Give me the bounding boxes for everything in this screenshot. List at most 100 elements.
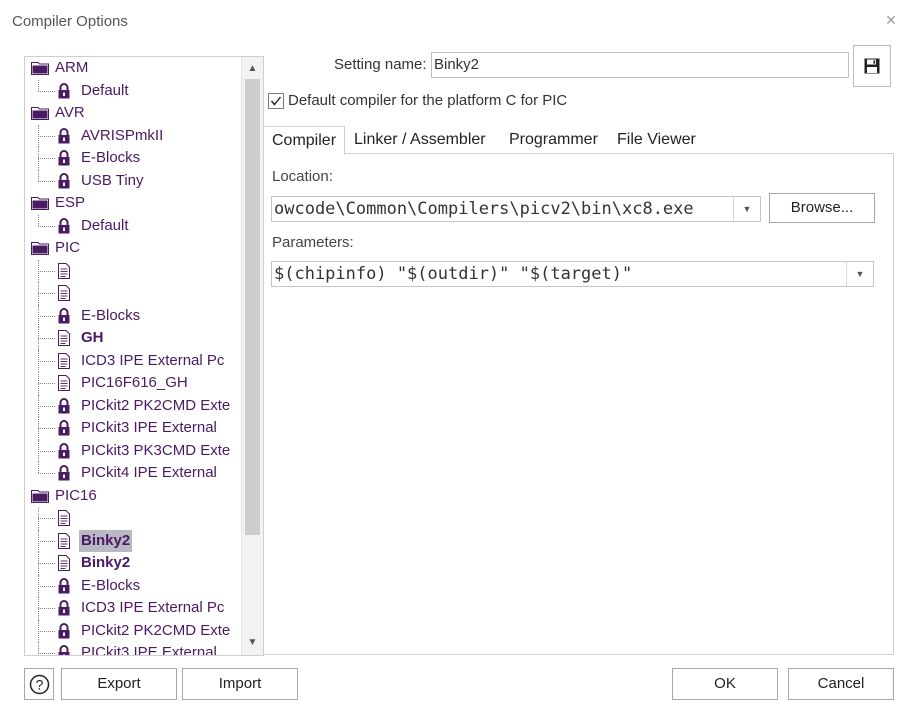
tree-item[interactable]: E-Blocks xyxy=(25,147,241,170)
lock-icon xyxy=(58,600,70,616)
tree-item[interactable]: PICkit3 IPE External xyxy=(25,642,241,655)
tree-item[interactable]: PICkit3 IPE External xyxy=(25,417,241,440)
tree-scrollbar[interactable]: ▲ ▼ xyxy=(241,57,263,655)
lock-icon xyxy=(58,82,70,98)
tree-item[interactable] xyxy=(25,507,241,530)
tab-file-viewer[interactable]: File Viewer xyxy=(609,126,704,153)
tree-item[interactable]: USB Tiny xyxy=(25,169,241,193)
document-icon xyxy=(58,555,70,571)
import-button[interactable]: Import xyxy=(182,668,298,700)
tree-connector xyxy=(38,642,39,653)
parameters-combo[interactable]: $(chipinfo) "$(outdir)" "$(target)" ▼ xyxy=(271,261,874,287)
lock-icon xyxy=(58,127,70,143)
lock-icon xyxy=(58,442,70,458)
ok-button[interactable]: OK xyxy=(672,668,778,700)
tree-connector xyxy=(38,473,55,474)
scroll-up-icon[interactable]: ▲ xyxy=(242,59,263,79)
tree-item-label: ESP xyxy=(55,194,86,211)
tree-item[interactable]: PICkit2 PK2CMD Exte xyxy=(25,619,241,642)
tree-item-label: PICkit2 PK2CMD Exte xyxy=(81,621,231,639)
tree-item-label: PIC16 xyxy=(55,486,97,504)
tree-item[interactable]: AVRISPmkII xyxy=(25,124,241,147)
tree-item[interactable]: Default xyxy=(25,214,241,238)
lock-icon xyxy=(58,622,70,638)
tab-linker-assembler[interactable]: Linker / Assembler xyxy=(346,126,494,153)
dialog-title: Compiler Options xyxy=(12,13,128,30)
help-button[interactable]: ? xyxy=(24,668,54,700)
tree-item[interactable]: Default xyxy=(25,79,241,103)
tree-item[interactable]: Binky2 xyxy=(25,552,241,575)
scroll-down-icon[interactable]: ▼ xyxy=(242,633,263,653)
document-icon xyxy=(58,330,70,346)
tree-item-label: GH xyxy=(81,329,104,346)
close-icon[interactable]: × xyxy=(881,10,901,30)
folder-icon xyxy=(31,197,49,210)
tree-item-label: ICD3 IPE External Pc xyxy=(81,351,225,369)
tree-item-label: Binky2 xyxy=(79,529,133,552)
tree-connector xyxy=(38,462,39,473)
tree-connector xyxy=(38,585,55,587)
export-button[interactable]: Export xyxy=(61,668,177,700)
lock-icon xyxy=(58,420,70,436)
lock-icon xyxy=(58,577,70,593)
save-button[interactable] xyxy=(853,45,891,87)
tree-group[interactable]: PIC xyxy=(25,237,241,260)
tree-item[interactable]: PIC16F616_GH xyxy=(25,372,241,395)
scroll-thumb[interactable] xyxy=(245,79,260,535)
location-value[interactable]: owcode\Common\Compilers\picv2\bin\xc8.ex… xyxy=(274,197,732,221)
tree-item-label: PICkit3 PK3CMD Exte xyxy=(81,441,231,459)
tree-item-label: Default xyxy=(81,81,129,99)
tree-item-label: E-Blocks xyxy=(81,576,141,594)
lock-icon xyxy=(58,307,70,323)
tree-connector xyxy=(38,338,55,339)
tree-item[interactable]: E-Blocks xyxy=(25,304,241,327)
tree-connector xyxy=(38,135,55,137)
tab-programmer[interactable]: Programmer xyxy=(501,126,606,153)
tree-item[interactable]: PICkit3 PK3CMD Exte xyxy=(25,439,241,462)
setting-name-input[interactable]: Binky2 xyxy=(431,52,849,78)
location-combo[interactable]: owcode\Common\Compilers\picv2\bin\xc8.ex… xyxy=(271,196,761,222)
tree-group[interactable]: AVR xyxy=(25,102,241,125)
location-label: Location: xyxy=(272,168,333,185)
tree-item[interactable]: PICkit4 IPE External xyxy=(25,462,241,485)
folder-icon xyxy=(31,242,49,255)
tree-connector xyxy=(38,270,55,272)
tree-item-label: PICkit3 IPE External xyxy=(81,419,217,436)
tree-item[interactable]: ICD3 IPE External Pc xyxy=(25,597,241,620)
cancel-button[interactable]: Cancel xyxy=(788,668,894,700)
tree-list: ARM Default AVR AVRISPmkII E-Blocks USB Tiny E… xyxy=(25,57,241,655)
tree-group[interactable]: PIC16 xyxy=(25,485,241,508)
default-compiler-label[interactable]: Default compiler for the platform C for … xyxy=(288,92,567,109)
tree-item[interactable]: PICkit2 PK2CMD Exte xyxy=(25,394,241,417)
document-icon xyxy=(58,262,70,279)
tree-item-label: PICkit3 IPE External xyxy=(81,644,217,655)
tab-compiler[interactable]: Compiler xyxy=(263,126,346,155)
chevron-down-icon[interactable]: ▼ xyxy=(733,197,760,221)
tree-item[interactable] xyxy=(25,282,241,305)
tree-item[interactable]: Binky2 xyxy=(25,529,241,552)
tree-connector xyxy=(38,405,55,407)
tree-item[interactable] xyxy=(25,259,241,282)
browse-button[interactable]: Browse... xyxy=(769,193,875,223)
lock-icon xyxy=(58,397,70,413)
lock-icon xyxy=(58,645,70,655)
tree-connector xyxy=(38,428,55,429)
tree-item-label: Binky2 xyxy=(81,554,131,571)
default-compiler-checkbox[interactable] xyxy=(268,93,284,109)
tree-connector xyxy=(38,225,55,227)
tree-connector xyxy=(38,653,55,654)
lock-icon xyxy=(58,172,70,188)
tree-item[interactable]: GH xyxy=(25,327,241,350)
folder-icon xyxy=(31,489,49,503)
config-tree[interactable]: ARM Default AVR AVRISPmkII E-Blocks USB Tiny E… xyxy=(24,56,264,656)
tree-group[interactable]: ESP xyxy=(25,192,241,215)
checkmark-icon xyxy=(270,96,282,106)
tree-item-label: PICkit2 PK2CMD Exte xyxy=(81,396,231,414)
tree-item[interactable]: ICD3 IPE External Pc xyxy=(25,349,241,372)
tree-item[interactable]: E-Blocks xyxy=(25,574,241,597)
help-icon: ? xyxy=(29,674,50,695)
parameters-value[interactable]: $(chipinfo) "$(outdir)" "$(target)" xyxy=(274,262,845,286)
tree-connector xyxy=(38,518,55,519)
chevron-down-icon[interactable]: ▼ xyxy=(846,262,873,286)
tree-group[interactable]: ARM xyxy=(25,57,241,80)
